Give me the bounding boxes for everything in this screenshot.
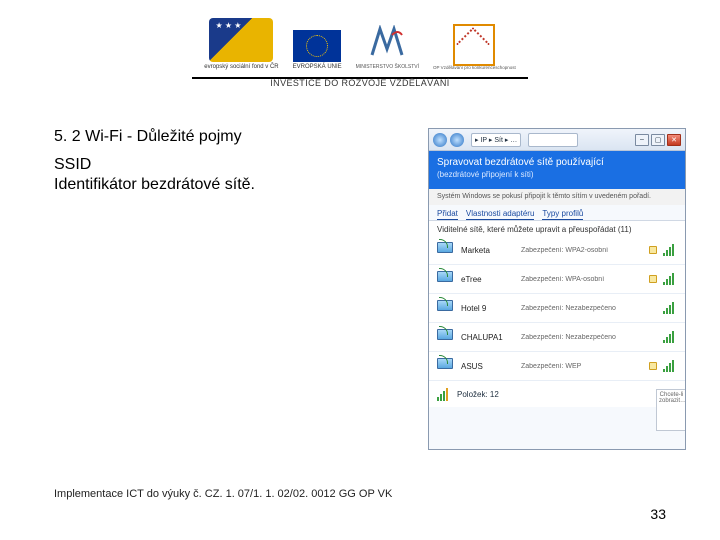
network-security: Zabezpečení: WPA2-osobní <box>521 247 643 254</box>
list-item[interactable]: ASUS Zabezpečení: WEP <box>429 352 685 381</box>
footer-note: Implementace ICT do výuky č. CZ. 1. 07/1… <box>54 488 392 500</box>
list-item[interactable]: CHALUPA1 Zabezpečení: Nezabezpečeno <box>429 323 685 352</box>
logo-band: evropský sociální fond v ČR EVROPSKÁ UNI… <box>0 14 720 79</box>
network-security: Zabezpečení: WPA-osobní <box>521 276 643 283</box>
msmt-label: MINISTERSTVO ŠKOLSTVÍ <box>356 65 419 71</box>
window-header: Spravovat bezdrátové sítě používající (b… <box>429 151 685 189</box>
window-titlebar: ▸ IP ▸ Sít ▸ … ‒ ▢ ✕ <box>429 129 685 151</box>
wifi-icon <box>437 300 455 316</box>
embedded-screenshot: ▸ IP ▸ Sít ▸ … ‒ ▢ ✕ Spravovat bezdrátov… <box>428 128 686 450</box>
term-label: SSID <box>54 156 354 174</box>
window-description: Systém Windows se pokusí připojit k těmt… <box>429 189 685 205</box>
op-logo: OP Vzdělávání pro konkurenceschopnost <box>433 24 516 71</box>
close-button[interactable]: ✕ <box>667 134 681 146</box>
eu-logo: EVROPSKÁ UNIE <box>293 30 342 71</box>
address-bar[interactable]: ▸ IP ▸ Sít ▸ … <box>471 133 521 147</box>
window-title: Spravovat bezdrátové sítě používající <box>437 157 677 168</box>
signal-icon <box>663 331 677 343</box>
term-description: Identifikátor bezdrátové sítě. <box>54 176 354 194</box>
minimize-button[interactable]: ‒ <box>635 134 649 146</box>
esf-logo: evropský sociální fond v ČR <box>204 18 278 71</box>
list-item[interactable]: eTree Zabezpečení: WPA-osobní <box>429 265 685 294</box>
esf-icon <box>209 18 273 62</box>
network-name: eTree <box>461 275 515 284</box>
signal-icon <box>663 360 677 372</box>
toolbar-tabs: Přidat Vlastnosti adaptéru Typy profilů <box>429 205 685 220</box>
network-security: Zabezpečení: Nezabezpečeno <box>521 305 657 312</box>
items-count: Položek: 12 <box>457 390 499 399</box>
msmt-logo: MINISTERSTVO ŠKOLSTVÍ <box>356 25 419 71</box>
tagline: INVESTICE DO ROZVOJE VZDĚLÁVÁNÍ <box>0 78 720 88</box>
window-subtitle: (bezdrátové připojení k síti) <box>437 170 677 179</box>
window-buttons: ‒ ▢ ✕ <box>635 134 681 146</box>
logo-row: evropský sociální fond v ČR EVROPSKÁ UNI… <box>192 14 527 79</box>
signal-summary-icon <box>437 387 451 401</box>
tab-profiles[interactable]: Typy profilů <box>542 209 583 220</box>
msmt-icon <box>370 25 404 65</box>
slide-text: 5. 2 Wi-Fi - Důležité pojmy SSID Identif… <box>54 128 354 194</box>
forward-button[interactable] <box>450 133 464 147</box>
signal-icon <box>663 273 677 285</box>
window-footer: Položek: 12 <box>429 381 685 407</box>
eu-label: EVROPSKÁ UNIE <box>293 64 342 71</box>
page-number: 33 <box>650 506 666 522</box>
wifi-icon <box>437 358 455 374</box>
wifi-icon <box>437 242 455 258</box>
network-security: Zabezpečení: Nezabezpečeno <box>521 334 657 341</box>
lock-icon <box>649 275 657 283</box>
network-name: ASUS <box>461 362 515 371</box>
slide-heading: 5. 2 Wi-Fi - Důležité pojmy <box>54 128 354 146</box>
list-item[interactable]: Marketa Zabezpečení: WPA2-osobní <box>429 236 685 265</box>
lock-icon <box>649 362 657 370</box>
network-security: Zabezpečení: WEP <box>521 363 643 370</box>
signal-icon <box>663 302 677 314</box>
esf-label: evropský sociální fond v ČR <box>204 64 278 71</box>
nav-controls: ▸ IP ▸ Sít ▸ … <box>433 133 578 147</box>
network-list: Marketa Zabezpečení: WPA2-osobní eTree Z… <box>429 236 685 381</box>
signal-icon <box>663 244 677 256</box>
network-name: CHALUPA1 <box>461 333 515 342</box>
maximize-button[interactable]: ▢ <box>651 134 665 146</box>
op-label: OP Vzdělávání pro konkurenceschopnost <box>433 66 516 71</box>
search-box[interactable] <box>528 133 578 147</box>
wifi-icon <box>437 271 455 287</box>
eu-flag-icon <box>293 30 341 62</box>
op-icon <box>453 24 495 66</box>
list-item[interactable]: Hotel 9 Zabezpečení: Nezabezpečeno <box>429 294 685 323</box>
tab-add[interactable]: Přidat <box>437 209 458 220</box>
network-name: Marketa <box>461 246 515 255</box>
lock-icon <box>649 246 657 254</box>
tab-adapter[interactable]: Vlastnosti adaptéru <box>466 209 535 220</box>
back-button[interactable] <box>433 133 447 147</box>
wifi-icon <box>437 329 455 345</box>
side-tab[interactable]: Chcete-li zobrazit… <box>656 389 686 431</box>
section-label: Viditelné sítě, které můžete upravit a p… <box>429 220 685 236</box>
network-name: Hotel 9 <box>461 304 515 313</box>
